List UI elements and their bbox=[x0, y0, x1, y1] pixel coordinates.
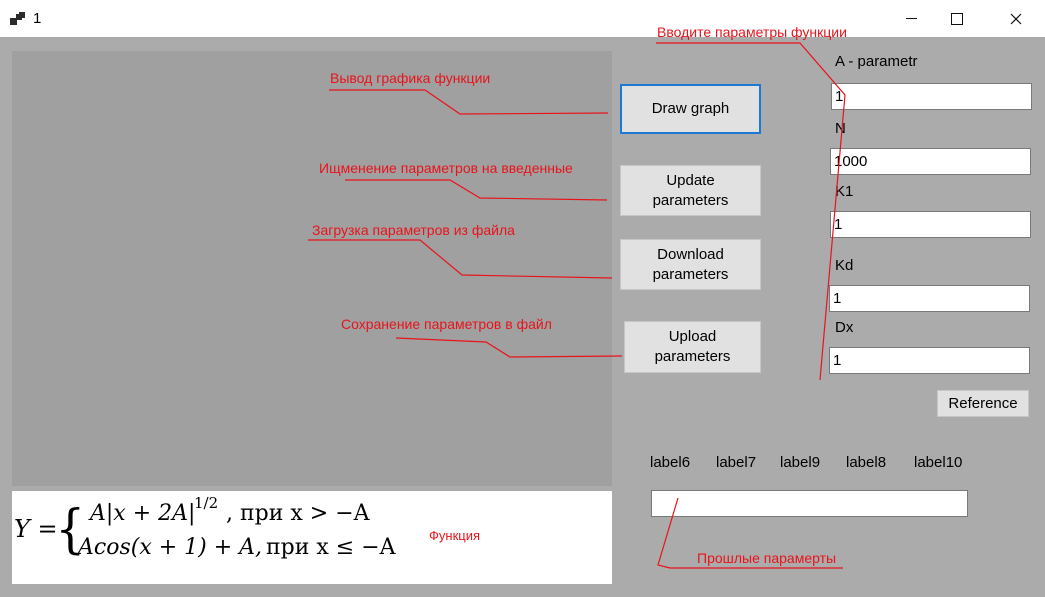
kd-parameter-input[interactable] bbox=[829, 285, 1030, 312]
annotation-download-load: Загрузка параметров из файла bbox=[312, 222, 515, 238]
formula-case1-expr: A|x + 2A| bbox=[88, 501, 195, 526]
n-parameter-input[interactable] bbox=[830, 148, 1031, 175]
update-parameters-button[interactable]: Update parameters bbox=[620, 165, 761, 216]
label10: label10 bbox=[914, 454, 963, 471]
dx-parameter-label: Dx bbox=[835, 319, 854, 336]
annotation-update-change: Ищменение параметров на введенные bbox=[319, 160, 573, 176]
annotation-previous-params: Прошлые парамерты bbox=[697, 550, 837, 566]
label7: label7 bbox=[716, 454, 757, 471]
k1-parameter-label: K1 bbox=[835, 183, 854, 200]
formula-case2-cond: при x ≤ −A bbox=[266, 535, 397, 560]
maximize-icon bbox=[951, 12, 963, 25]
label8: label8 bbox=[846, 454, 887, 471]
close-icon bbox=[1010, 13, 1022, 24]
a-parameter-label: A - parametr bbox=[835, 53, 918, 70]
dx-parameter-input[interactable] bbox=[829, 347, 1030, 374]
previous-parameters-input[interactable] bbox=[651, 490, 968, 517]
download-parameters-button[interactable]: Download parameters bbox=[620, 239, 761, 290]
graph-canvas bbox=[12, 51, 612, 486]
reference-button[interactable]: Reference bbox=[937, 390, 1029, 417]
annotation-draw-output: Вывод графика функции bbox=[330, 70, 491, 86]
k1-parameter-input[interactable] bbox=[830, 211, 1031, 238]
formula-case1-cond: , при x > −A bbox=[226, 501, 371, 526]
app-icon bbox=[10, 12, 26, 26]
label6: label6 bbox=[650, 454, 691, 471]
a-parameter-input[interactable] bbox=[831, 83, 1032, 110]
formula-case2-expr: Acos(x + 1) + A, bbox=[76, 535, 262, 560]
minimize-button[interactable] bbox=[888, 0, 934, 37]
formula-case1-power: 1/2 bbox=[194, 495, 218, 512]
maximize-button[interactable] bbox=[934, 0, 980, 37]
annotation-upload-save: Сохранение параметров в файл bbox=[341, 316, 552, 332]
kd-parameter-label: Kd bbox=[835, 257, 854, 274]
formula-image: Y = { A|x + 2A| 1/2 , при x > −A Acos(x … bbox=[14, 495, 397, 560]
minimize-icon bbox=[905, 18, 917, 19]
annotation-function: Функция bbox=[429, 528, 480, 543]
annotation-enter-params: Вводите параметры функции bbox=[657, 24, 847, 40]
title-bar: 1 bbox=[0, 0, 1045, 37]
close-button[interactable] bbox=[993, 0, 1039, 37]
label9: label9 bbox=[780, 454, 821, 471]
upload-parameters-button[interactable]: Upload parameters bbox=[624, 321, 761, 373]
draw-graph-button[interactable]: Draw graph bbox=[620, 84, 761, 134]
window-title: 1 bbox=[33, 10, 42, 27]
formula-lhs: Y = bbox=[14, 515, 58, 543]
n-parameter-label: N bbox=[835, 120, 846, 137]
